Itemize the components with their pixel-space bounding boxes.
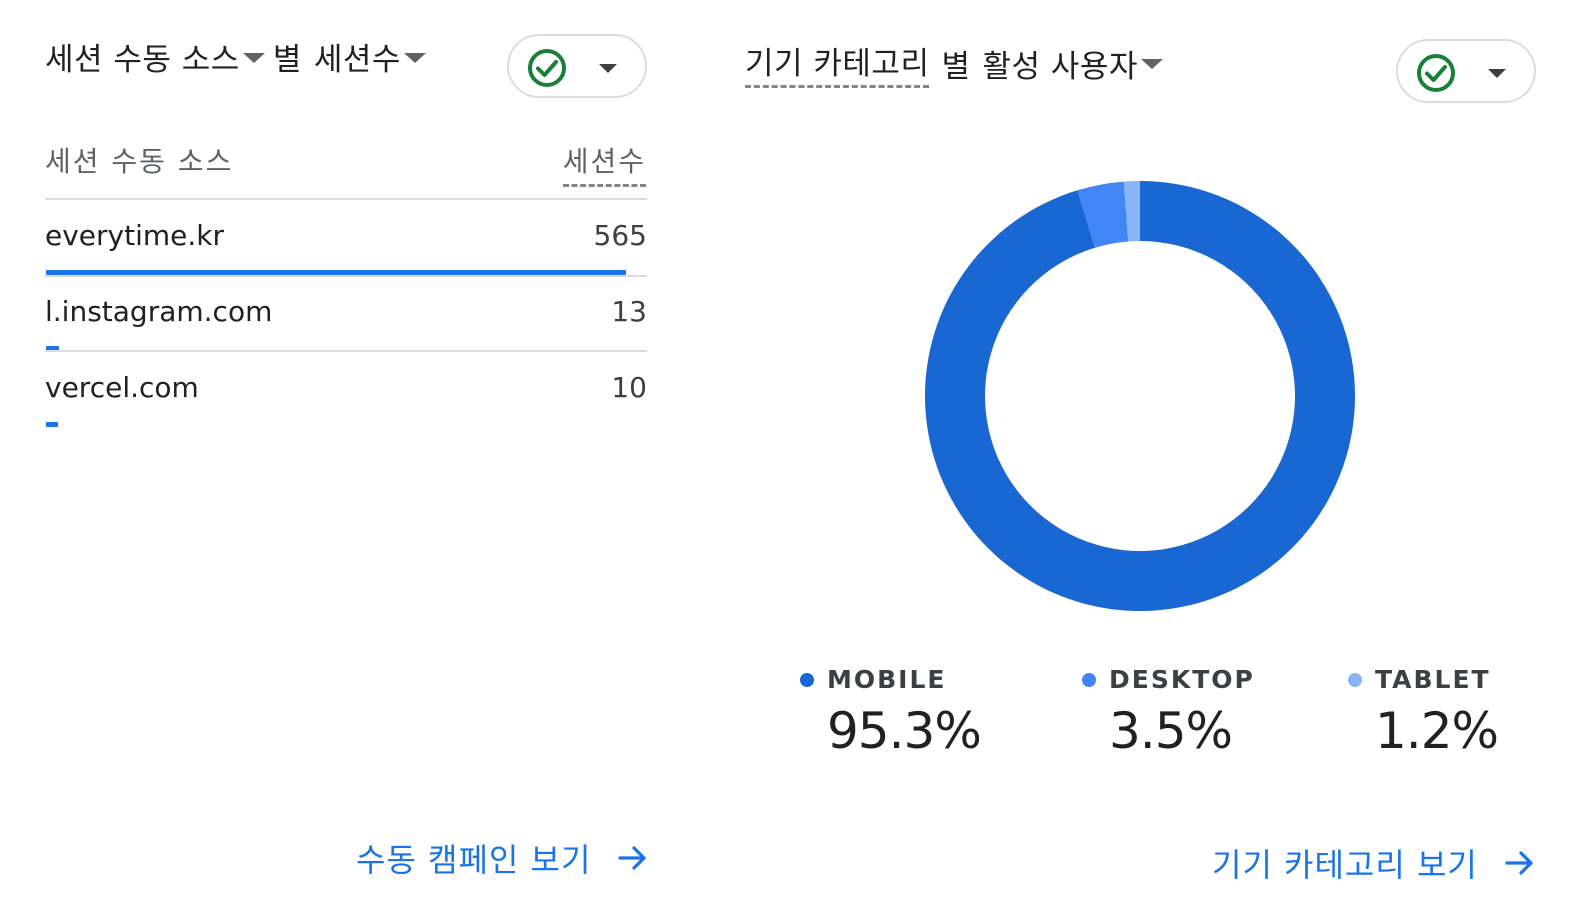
legend-dot [1082, 672, 1096, 687]
active-users-by-device-card: 기기 카테고리 별 활성 사용자 MOBILE 95.3% DESKTOP 3.… [700, 0, 1573, 903]
legend-value: 95.3% [827, 702, 982, 760]
check-circle-icon [1417, 54, 1455, 92]
legend-value: 3.5% [1109, 702, 1233, 760]
view-device-category-link[interactable]: 기기 카테고리 보기 [1212, 840, 1536, 886]
data-quality-dropdown[interactable] [1396, 39, 1536, 103]
table-row: vercel.com 10 [45, 351, 647, 427]
source-name: l.instagram.com [45, 295, 273, 328]
legend-item-desktop: DESKTOP 3.5% [1082, 665, 1255, 760]
data-quality-dropdown[interactable] [507, 34, 647, 98]
legend-dot [800, 672, 814, 687]
link-label: 기기 카테고리 보기 [1212, 846, 1478, 884]
donut-slice-mobile[interactable] [925, 181, 1355, 612]
link-label: 수동 캠페인 보기 [356, 841, 592, 879]
table-row: everytime.kr 565 [45, 199, 647, 275]
dimension-selector[interactable]: 세션 수동 소스 [45, 34, 269, 79]
session-count: 565 [593, 219, 647, 252]
caret-down-icon [1140, 59, 1163, 69]
arrow-right-icon [1505, 851, 1533, 875]
legend-item-mobile: MOBILE 95.3% [800, 665, 982, 760]
legend-item-tablet: TABLET 1.2% [1348, 665, 1499, 760]
source-name: everytime.kr [45, 219, 224, 252]
metric-label: 세션수 [313, 42, 401, 78]
caret-down-icon [403, 52, 426, 63]
card-title: 세션 수동 소스 별 세션수 [45, 34, 430, 79]
source-name: vercel.com [45, 371, 199, 404]
share-bar [46, 422, 58, 427]
dimension-label: 세션 수동 소스 [45, 42, 240, 78]
arrow-right-icon [618, 846, 647, 870]
metric-selector[interactable]: 활성 사용자 [983, 41, 1167, 86]
caret-down-icon [242, 52, 265, 63]
dimension-label[interactable]: 기기 카테고리 [745, 38, 930, 88]
title-by-word: 별 [941, 48, 971, 85]
column-header-source: 세션 수동 소스 [45, 145, 234, 178]
legend-label: DESKTOP [1109, 665, 1255, 694]
card-title: 기기 카테고리 별 활성 사용자 [745, 38, 1167, 88]
column-header-sessions[interactable]: 세션수 [562, 140, 646, 187]
table-row: l.instagram.com 13 [45, 275, 647, 351]
session-count: 13 [611, 295, 647, 328]
caret-down-icon [599, 64, 617, 73]
sessions-by-source-card: 세션 수동 소스 별 세션수 세션 수동 소스 세션수 everytime.kr… [0, 0, 700, 903]
session-count: 10 [611, 371, 647, 404]
title-by-word: 별 [272, 42, 302, 78]
metric-selector[interactable]: 세션수 [314, 34, 430, 79]
legend-dot [1348, 672, 1362, 687]
legend-label: MOBILE [827, 665, 947, 694]
metric-label: 활성 사용자 [982, 48, 1138, 85]
legend-value: 1.2% [1375, 702, 1499, 760]
legend-label: TABLET [1375, 665, 1491, 694]
check-circle-icon [528, 49, 566, 87]
view-manual-campaigns-link[interactable]: 수동 캠페인 보기 [356, 835, 649, 881]
device-donut-chart [925, 181, 1355, 612]
caret-down-icon [1488, 69, 1506, 78]
